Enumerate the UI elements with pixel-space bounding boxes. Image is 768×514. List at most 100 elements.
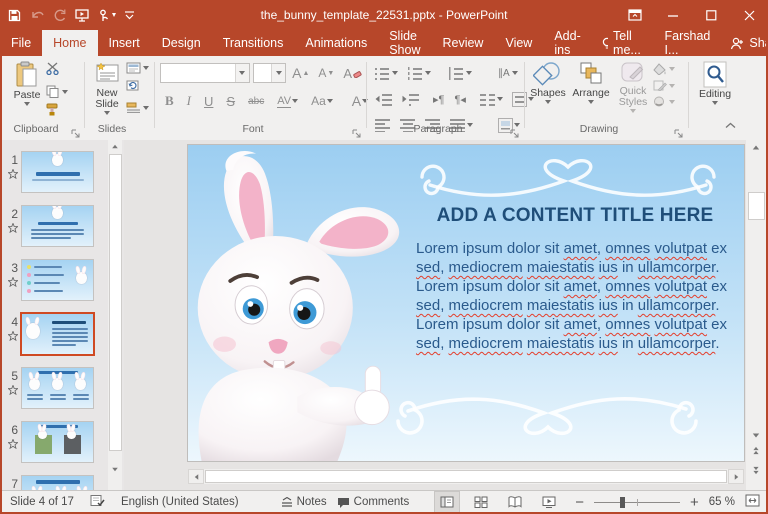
collapse-ribbon-icon[interactable] bbox=[725, 116, 736, 134]
ribbon-tab-slide-show[interactable]: Slide Show bbox=[378, 29, 431, 57]
bullets-button[interactable] bbox=[373, 66, 400, 81]
change-case-button[interactable]: Aa bbox=[308, 94, 336, 108]
thumbnail-scrollbar-thumb[interactable] bbox=[109, 154, 122, 451]
horizontal-scrollbar[interactable] bbox=[188, 469, 744, 484]
zoom-slider[interactable] bbox=[594, 492, 681, 512]
ribbon-tab-home[interactable]: Home bbox=[42, 30, 98, 56]
slide-thumbnail-5[interactable]: 5 bbox=[2, 368, 108, 408]
fit-to-window-icon[interactable] bbox=[745, 494, 760, 510]
quick-styles-button[interactable]: Quick Styles bbox=[613, 58, 653, 113]
text-shadow-button[interactable]: abc bbox=[245, 96, 267, 107]
paragraph-dialog-launcher-icon[interactable] bbox=[510, 125, 519, 138]
cut-icon[interactable] bbox=[46, 62, 68, 80]
ribbon-tab-transitions[interactable]: Transitions bbox=[212, 30, 295, 56]
bold-button[interactable]: B bbox=[162, 93, 177, 109]
text-direction-button[interactable]: ∥A bbox=[496, 67, 520, 80]
clipboard-dialog-launcher-icon[interactable] bbox=[71, 125, 80, 138]
close-icon[interactable] bbox=[730, 0, 768, 30]
thumbnail-scroll-down-icon[interactable] bbox=[108, 463, 122, 476]
slide-sorter-button[interactable] bbox=[469, 492, 493, 512]
thumbnail-scrollbar[interactable] bbox=[108, 140, 122, 490]
font-dialog-launcher-icon[interactable] bbox=[352, 125, 361, 138]
font-size-caret-icon[interactable] bbox=[271, 64, 286, 82]
columns-button[interactable] bbox=[478, 92, 505, 107]
zoom-in-button[interactable]: + bbox=[690, 494, 699, 511]
ribbon-tab-add-ins[interactable]: Add-ins bbox=[543, 29, 591, 57]
slide-canvas[interactable]: ADD A CONTENT TITLE HERE Lorem ipsum dol… bbox=[188, 145, 744, 461]
zoom-slider-thumb[interactable] bbox=[620, 497, 626, 508]
thumbnail-preview[interactable] bbox=[22, 206, 93, 246]
ribbon-tab-file[interactable]: File bbox=[0, 30, 42, 56]
new-slide-button[interactable]: New Slide bbox=[88, 58, 126, 115]
slide-thumbnail-6[interactable]: 6 bbox=[2, 422, 108, 462]
slide-body-text[interactable]: Lorem ipsum dolor sit amet, omnes volutp… bbox=[416, 239, 730, 353]
scroll-down-icon[interactable] bbox=[746, 428, 766, 442]
line-spacing-button[interactable] bbox=[447, 66, 474, 81]
thumbnail-preview[interactable] bbox=[22, 422, 93, 462]
thumbnail-preview[interactable] bbox=[22, 314, 93, 354]
ltr-button[interactable]: ▸¶ bbox=[431, 92, 446, 107]
shapes-button[interactable]: Shapes bbox=[527, 58, 569, 113]
scroll-left-icon[interactable] bbox=[188, 469, 204, 484]
increase-font-size-button[interactable]: A ▲ bbox=[289, 65, 312, 81]
paste-button[interactable]: Paste bbox=[8, 58, 46, 121]
thumbnail-scroll-up-icon[interactable] bbox=[108, 140, 122, 153]
italic-button[interactable]: I bbox=[184, 93, 194, 109]
ribbon-display-options-icon[interactable] bbox=[616, 0, 654, 30]
decrease-indent-button[interactable] bbox=[373, 92, 394, 107]
ribbon-tab-review[interactable]: Review bbox=[431, 30, 494, 56]
spell-check-icon[interactable] bbox=[90, 494, 105, 510]
layout-icon[interactable] bbox=[126, 62, 149, 74]
shape-effects-icon[interactable] bbox=[653, 96, 675, 107]
strikethrough-button[interactable]: S bbox=[223, 94, 238, 109]
drawing-dialog-launcher-icon[interactable] bbox=[674, 125, 683, 138]
scroll-right-icon[interactable] bbox=[728, 469, 744, 484]
share-button[interactable]: Share bbox=[720, 30, 768, 56]
copy-icon[interactable] bbox=[46, 85, 68, 98]
normal-view-button[interactable] bbox=[435, 492, 460, 512]
previous-slide-button[interactable] bbox=[746, 446, 766, 455]
font-name-caret-icon[interactable] bbox=[234, 64, 249, 82]
account-name[interactable]: Farshad I... bbox=[655, 29, 721, 57]
maximize-icon[interactable] bbox=[692, 0, 730, 30]
thumbnail-preview[interactable] bbox=[22, 476, 93, 490]
reset-icon[interactable] bbox=[126, 79, 149, 97]
minimize-icon[interactable] bbox=[654, 0, 692, 30]
slide-thumbnail-3[interactable]: 3 bbox=[2, 260, 108, 300]
ribbon-tab-animations[interactable]: Animations bbox=[294, 30, 378, 56]
underline-button[interactable]: U bbox=[201, 94, 216, 109]
slide-show-button[interactable] bbox=[537, 492, 561, 512]
slide-title-text[interactable]: ADD A CONTENT TITLE HERE bbox=[414, 205, 736, 227]
thumbnail-preview[interactable] bbox=[22, 152, 93, 192]
language-indicator[interactable]: English (United States) bbox=[121, 496, 239, 508]
next-slide-button[interactable] bbox=[746, 466, 766, 475]
comments-button[interactable]: Comments bbox=[337, 496, 409, 508]
numbering-button[interactable] bbox=[406, 66, 433, 81]
notes-button[interactable]: Notes bbox=[281, 496, 327, 508]
font-name-combobox[interactable] bbox=[160, 63, 250, 83]
increase-indent-button[interactable] bbox=[400, 92, 421, 107]
section-icon[interactable] bbox=[126, 102, 149, 113]
thumbnail-preview[interactable] bbox=[22, 260, 93, 300]
vertical-scrollbar-thumb[interactable] bbox=[748, 192, 765, 220]
decrease-font-size-button[interactable]: A ▼ bbox=[315, 66, 337, 80]
slide-thumbnail-4[interactable]: 4 bbox=[2, 314, 108, 354]
ribbon-tab-insert[interactable]: Insert bbox=[98, 30, 151, 56]
character-spacing-button[interactable]: AV bbox=[274, 95, 301, 108]
ribbon-tab-view[interactable]: View bbox=[494, 30, 543, 56]
ribbon-tab-design[interactable]: Design bbox=[151, 30, 212, 56]
editing-button[interactable]: Editing bbox=[689, 58, 741, 105]
shape-outline-icon[interactable] bbox=[653, 80, 675, 91]
slide-thumbnail-1[interactable]: 1 bbox=[2, 152, 108, 192]
slide-thumbnail-7[interactable]: 7 bbox=[2, 476, 108, 490]
clear-formatting-button[interactable]: A bbox=[340, 66, 365, 81]
font-size-combobox[interactable] bbox=[252, 63, 287, 83]
zoom-level[interactable]: 65 % bbox=[709, 496, 735, 508]
format-painter-icon[interactable] bbox=[46, 103, 68, 121]
rtl-button[interactable]: ¶◂ bbox=[452, 92, 467, 107]
vertical-scrollbar[interactable] bbox=[746, 140, 766, 490]
slide-counter[interactable]: Slide 4 of 17 bbox=[10, 496, 74, 508]
scroll-up-icon[interactable] bbox=[746, 140, 766, 154]
zoom-out-button[interactable]: − bbox=[575, 494, 584, 511]
shape-fill-icon[interactable] bbox=[653, 63, 675, 75]
